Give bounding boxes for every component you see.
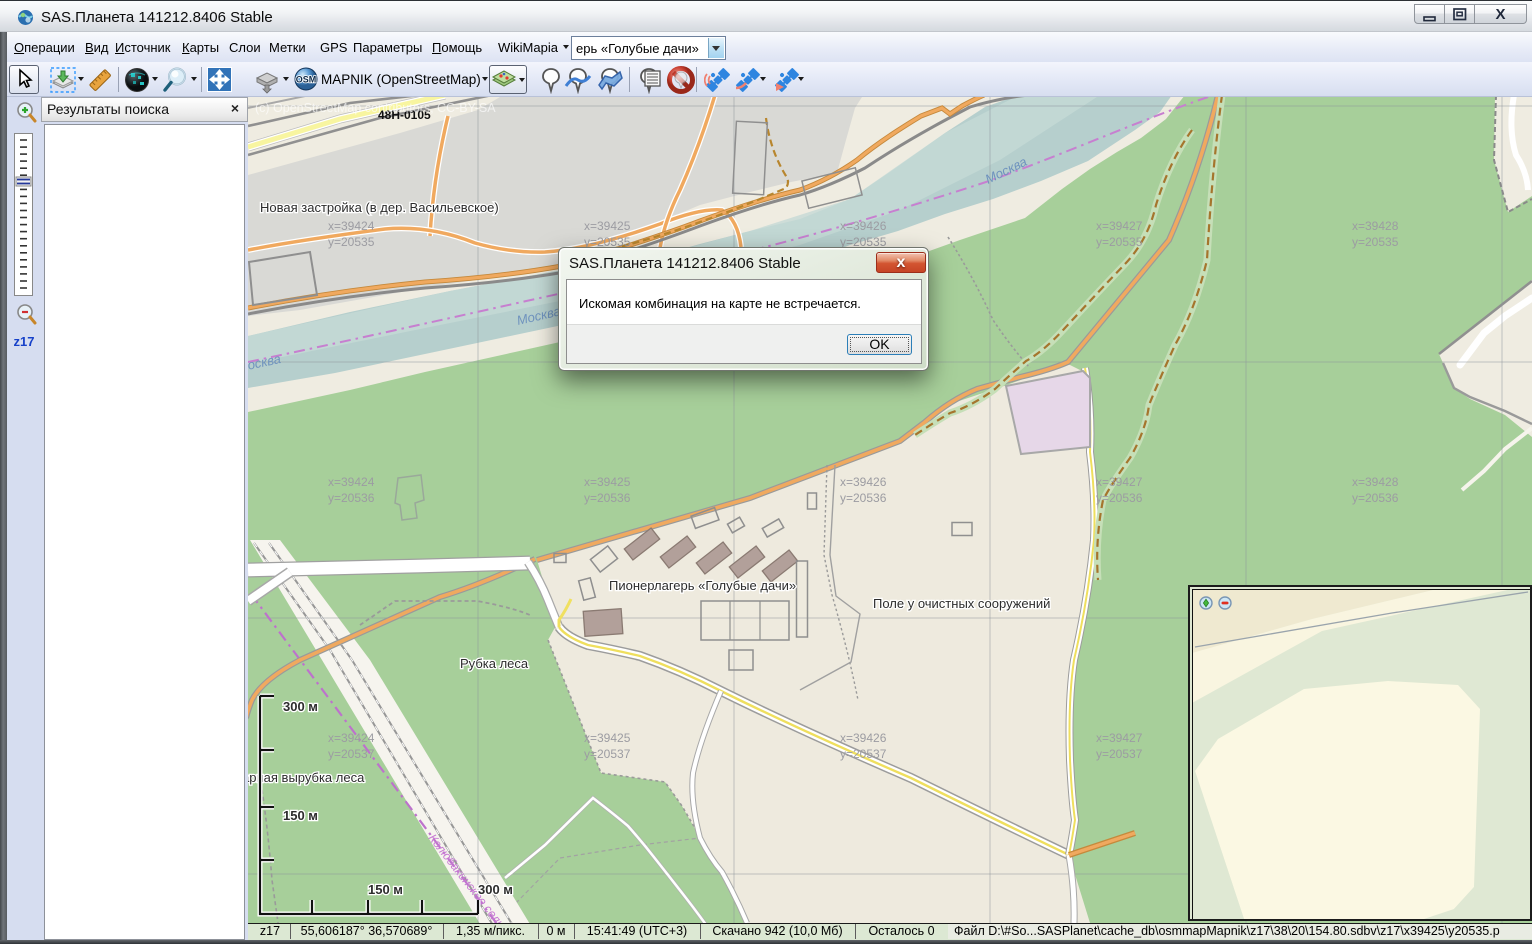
svg-text:y=20536: y=20536: [584, 491, 631, 505]
svg-text:(c) OpenStreetMap contributors: (c) OpenStreetMap contributors, CC-BY-SA: [255, 101, 496, 115]
svg-text:Новая застройка (в дер. Василь: Новая застройка (в дер. Васильевское): [260, 200, 499, 215]
svg-text:Пионерлагерь «Голубые дачи»: Пионерлагерь «Голубые дачи»: [609, 578, 796, 593]
svg-text:y=20535: y=20535: [1096, 235, 1143, 249]
svg-text:y=20536: y=20536: [1352, 491, 1399, 505]
svg-text:Санитарная вырубка леса: Санитарная вырубка леса: [248, 770, 365, 785]
svg-text:Поле у очистных сооружений: Поле у очистных сооружений: [873, 596, 1050, 611]
svg-text:x=39428: x=39428: [1352, 219, 1399, 233]
svg-text:x=39427: x=39427: [1096, 475, 1143, 489]
svg-text:x=39426: x=39426: [840, 219, 887, 233]
svg-text:x=39424: x=39424: [328, 219, 375, 233]
svg-text:150 м: 150 м: [368, 882, 403, 897]
svg-text:x=39424: x=39424: [328, 475, 375, 489]
svg-text:x=39426: x=39426: [840, 731, 887, 745]
svg-text:y=20537: y=20537: [1096, 747, 1143, 761]
svg-text:y=20535: y=20535: [1352, 235, 1399, 249]
svg-text:x=39428: x=39428: [1352, 475, 1399, 489]
svg-text:x=39427: x=39427: [1096, 219, 1143, 233]
svg-text:y=20536: y=20536: [840, 491, 887, 505]
svg-text:y=20536: y=20536: [1096, 491, 1143, 505]
svg-text:y=20536: y=20536: [328, 491, 375, 505]
svg-text:OSM: OSM: [296, 75, 317, 85]
svg-text:X: X: [1495, 6, 1505, 23]
svg-text:x=39426: x=39426: [840, 475, 887, 489]
svg-text:x=39425: x=39425: [584, 731, 631, 745]
svg-text:300 м: 300 м: [478, 882, 513, 897]
svg-text:x=39425: x=39425: [584, 475, 631, 489]
svg-text:x=39425: x=39425: [584, 219, 631, 233]
svg-text:x=39424: x=39424: [328, 731, 375, 745]
svg-text:Рубка леса: Рубка леса: [460, 656, 529, 671]
svg-text:300 м: 300 м: [283, 699, 318, 714]
svg-text:x=39427: x=39427: [1096, 731, 1143, 745]
svg-text:y=20537: y=20537: [840, 747, 887, 761]
svg-text:y=20537: y=20537: [584, 747, 631, 761]
svg-text:y=20537: y=20537: [328, 747, 375, 761]
svg-text:y=20535: y=20535: [328, 235, 375, 249]
svg-text:150 м: 150 м: [283, 808, 318, 823]
